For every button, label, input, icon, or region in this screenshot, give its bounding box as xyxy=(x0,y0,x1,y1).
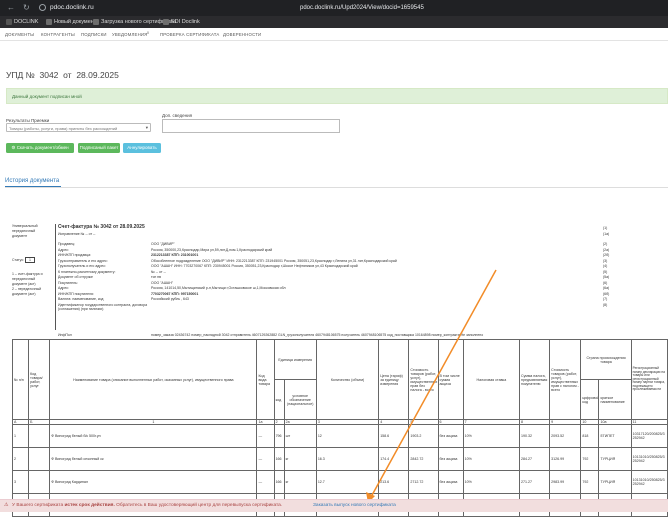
warning-icon: ⚠ xyxy=(4,503,9,508)
warning-text-post: Обратитесь в Ваш удостоверяющий центр дл… xyxy=(116,503,283,508)
warning-text-pre: У Вашего сертификата xyxy=(12,503,64,508)
annotation-arrow xyxy=(366,269,497,503)
order-certificate-link[interactable]: Заказать выпуск нового сертификата xyxy=(313,500,396,511)
warning-text: У Вашего сертификата истек срок действия… xyxy=(12,500,282,511)
warning-text-bold: истек срок действия. xyxy=(64,503,115,508)
certificate-warning: ⚠ У Вашего сертификата истек срок действ… xyxy=(0,499,668,512)
